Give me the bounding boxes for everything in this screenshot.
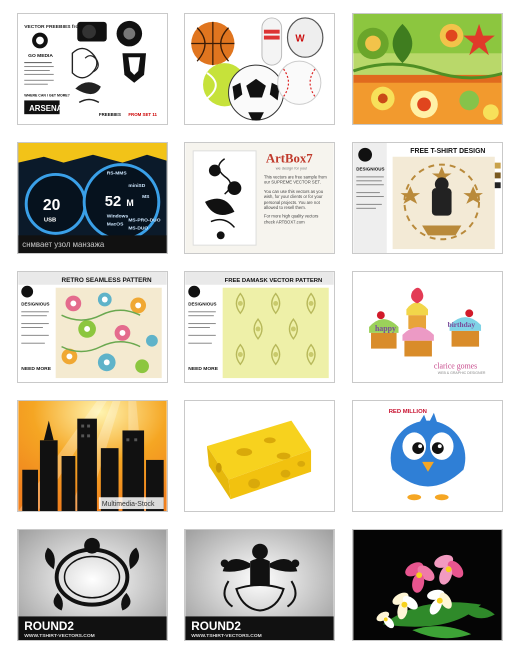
sports-balls-image: W — [185, 14, 334, 124]
blue-bird-logo: RED MILLION — [389, 409, 427, 415]
thumbnail-grid: VECTOR FREEBIES from GO MEDIA WHERE CAN … — [0, 0, 520, 653]
thumbnail-retro-pattern[interactable]: RETRO SEAMLESS PATTERN DESIGNIOUS NEED M… — [17, 271, 168, 383]
free-tshirt-brand: DESIGNIOUS — [356, 167, 384, 172]
speedometer-image: 20 52 M RS-MMS miniSD MS Windows MacOS M… — [18, 143, 167, 253]
cupcakes-word1: happy — [375, 324, 396, 333]
ornament-cherub-image: ROUND2 WWW.TSHIRT-VECTORS.COM — [185, 530, 334, 640]
thumbnail-floral-wallpaper[interactable] — [352, 13, 503, 125]
artbox-image: ArtBox7 we design for you! This vectors … — [185, 143, 334, 253]
cupcakes-word2: birthday — [448, 320, 476, 329]
speedometer-item-6: USB — [44, 218, 56, 224]
artbox-subtitle: we design for you! — [276, 166, 308, 171]
thumbnail-vector-freebies[interactable]: VECTOR FREEBIES from GO MEDIA WHERE CAN … — [17, 13, 168, 125]
speedometer-item-5: MS-PRO-DUO — [128, 218, 160, 224]
thumbnail-artbox[interactable]: ArtBox7 we design for you! This vectors … — [184, 142, 335, 254]
speedometer-item-4: MacOS — [107, 222, 124, 228]
svg-text:W: W — [295, 34, 305, 45]
thumbnail-damask-pattern[interactable]: FREE DAMASK VECTOR PATTERN DESIGNIOUS NE… — [184, 271, 335, 383]
ornament-frame-image: ROUND2 WWW.TSHIRT-VECTORS.COM — [18, 530, 167, 640]
thumbnail-frangipani[interactable] — [352, 529, 503, 641]
retro-pattern-title: RETRO SEAMLESS PATTERN — [62, 277, 152, 284]
damask-pattern-title: FREE DAMASK VECTOR PATTERN — [225, 278, 323, 284]
gauge-right-unit: M — [126, 198, 133, 208]
thumbnail-ornament-frame[interactable]: ROUND2 WWW.TSHIRT-VECTORS.COM — [17, 529, 168, 641]
retro-pattern-brand: DESIGNIOUS — [21, 301, 49, 306]
thumbnail-cheese[interactable] — [184, 400, 335, 512]
city-skyline-image: Multimedia-Stock — [18, 401, 167, 511]
speedometer-item-0: RS-MMS — [107, 170, 128, 176]
city-skyline-caption: Multimedia-Stock — [102, 501, 155, 508]
floral-wallpaper-image — [353, 14, 502, 124]
vector-freebies-image: VECTOR FREEBIES from GO MEDIA WHERE CAN … — [18, 14, 167, 124]
freebies-caption: ARSENAL — [29, 104, 67, 113]
artbox-paragraph-3: For more high quality vectors check ARTB… — [263, 214, 319, 225]
thumbnail-free-tshirt[interactable]: DESIGNIOUS FREE T-SHIRT DESIGN — [352, 142, 503, 254]
ornament-frame-brand: ROUND2 — [24, 620, 74, 633]
freebies-brand: GO MEDIA — [28, 53, 53, 59]
gauge-right-value: 52 — [105, 194, 121, 210]
damask-pattern-more: NEED MORE — [188, 366, 218, 372]
artbox-paragraph-1: This vectors are free sample from our SU… — [263, 174, 327, 185]
damask-pattern-brand: DESIGNIOUS — [188, 301, 216, 306]
cheese-image — [185, 401, 334, 511]
freebies-tag2: FROM SET 11 — [128, 112, 157, 117]
ornament-cherub-url: WWW.TSHIRT-VECTORS.COM — [191, 633, 262, 639]
artbox-title: ArtBox7 — [266, 152, 313, 166]
freebies-sub: WHERE CAN I GET MORE? — [24, 93, 70, 97]
ornament-frame-url: WWW.TSHIRT-VECTORS.COM — [24, 633, 95, 639]
retro-pattern-more: NEED MORE — [21, 366, 51, 372]
cupcakes-sub: WEB & GRAPHIC DESIGNER — [438, 371, 486, 375]
frangipani-image — [353, 530, 502, 640]
thumbnail-speedometer[interactable]: 20 52 M RS-MMS miniSD MS Windows MacOS M… — [17, 142, 168, 254]
speedometer-banner: снмвает узол манзажа — [22, 240, 105, 249]
thumbnail-blue-bird[interactable]: RED MILLION — [352, 400, 503, 512]
damask-pattern-image: FREE DAMASK VECTOR PATTERN DESIGNIOUS NE… — [185, 272, 334, 382]
speedometer-item-7: MS-DUO — [128, 225, 148, 231]
blue-bird-image: RED MILLION — [353, 401, 502, 511]
speedometer-item-3: Windows — [107, 214, 129, 220]
cupcakes-brand: clarice gomes — [434, 361, 477, 370]
speedometer-item-1: miniSD — [128, 183, 145, 189]
freebies-tag1: FREEBIES — [99, 112, 121, 117]
cupcakes-image: happy birthday clarice gomes WEB & GRAPH… — [353, 272, 502, 382]
retro-pattern-image: RETRO SEAMLESS PATTERN DESIGNIOUS NEED M… — [18, 272, 167, 382]
speedometer-item-2: MS — [142, 194, 150, 200]
free-tshirt-image: DESIGNIOUS FREE T-SHIRT DESIGN — [353, 143, 502, 253]
free-tshirt-title: FREE T-SHIRT DESIGN — [410, 148, 485, 155]
thumbnail-cupcakes[interactable]: happy birthday clarice gomes WEB & GRAPH… — [352, 271, 503, 383]
artbox-paragraph-2: You can use this vectors as you wish, fo… — [263, 188, 324, 210]
thumbnail-ornament-cherub[interactable]: ROUND2 WWW.TSHIRT-VECTORS.COM — [184, 529, 335, 641]
gauge-left-value: 20 — [43, 197, 61, 214]
ornament-cherub-brand: ROUND2 — [191, 620, 241, 633]
thumbnail-city-skyline[interactable]: Multimedia-Stock — [17, 400, 168, 512]
freebies-title: VECTOR FREEBIES from — [24, 24, 83, 30]
thumbnail-sports-balls[interactable]: W — [184, 13, 335, 125]
